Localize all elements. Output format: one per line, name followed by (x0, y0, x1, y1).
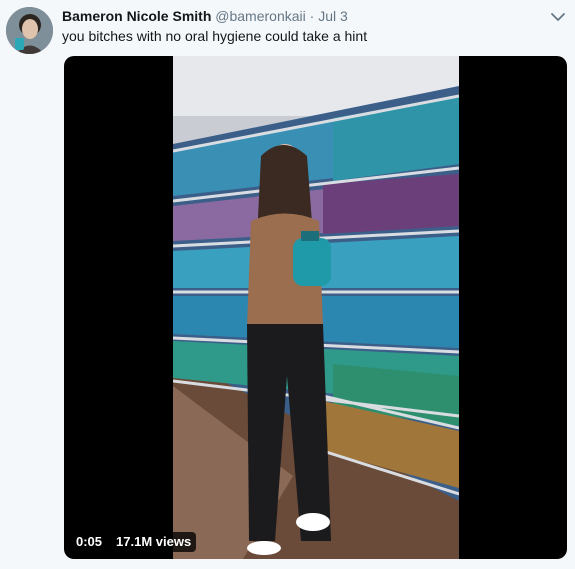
author-name[interactable]: Bameron Nicole Smith (62, 8, 211, 24)
tweet-card[interactable]: Bameron Nicole Smith @bameronkaii · Jul … (0, 0, 575, 569)
video-views: 17.1M views (111, 532, 197, 552)
tweet-date[interactable]: Jul 3 (318, 8, 348, 24)
separator-dot: · (309, 8, 315, 24)
tweet-header: Bameron Nicole Smith @bameronkaii · Jul … (62, 7, 545, 25)
video-info-badges: 0:05 17.1M views (71, 532, 197, 552)
avatar[interactable] (6, 7, 53, 54)
author-handle[interactable]: @bameronkaii (215, 8, 305, 24)
video-player[interactable]: 0:05 17.1M views (64, 56, 567, 559)
video-duration: 0:05 (71, 532, 108, 552)
avatar-image (6, 7, 53, 54)
tweet-text: you bitches with no oral hygiene could t… (62, 28, 368, 44)
video-frame (173, 56, 459, 559)
chevron-down-icon[interactable] (550, 9, 566, 25)
